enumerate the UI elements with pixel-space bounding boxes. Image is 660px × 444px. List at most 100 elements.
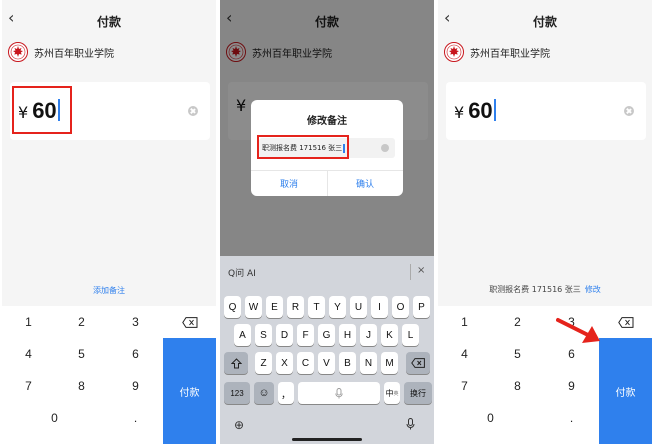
key-t[interactable]: T [308, 296, 325, 318]
key-f[interactable]: F [297, 324, 314, 346]
merchant-name: 苏州百年职业学院 [34, 48, 114, 60]
amount-value: 60 [468, 98, 493, 123]
clear-icon[interactable] [188, 106, 198, 116]
dialog-title: 修改备注 [307, 116, 347, 127]
clear-icon[interactable] [381, 144, 389, 152]
home-indicator [292, 438, 362, 441]
key-1[interactable]: 1 [2, 306, 55, 338]
pay-button[interactable]: 付款 [599, 338, 652, 444]
shift-icon [230, 357, 242, 368]
globe-icon[interactable]: ⊕ [234, 418, 244, 432]
key-h[interactable]: H [339, 324, 356, 346]
key-e[interactable]: E [266, 296, 283, 318]
tutorial-stage: ‹ 付款 苏州百年职业学院 ¥ 60 添加备注 1 2 3 4 5 6 7 8 … [0, 0, 660, 444]
key-d[interactable]: D [276, 324, 293, 346]
key-i[interactable]: I [371, 296, 388, 318]
numeric-keypad: 1 2 3 4 5 6 7 8 9 0 . 付款 [438, 306, 652, 444]
key-4[interactable]: 4 [2, 338, 55, 370]
language-key[interactable]: 中英 [384, 382, 400, 404]
delete-key[interactable] [163, 306, 216, 338]
key-5[interactable]: 5 [55, 338, 108, 370]
comma-key[interactable]: ， [278, 382, 294, 404]
key-q[interactable]: Q [224, 296, 241, 318]
key-0[interactable]: 0 [28, 402, 81, 434]
highlight-box [257, 135, 349, 159]
clear-icon[interactable] [624, 106, 634, 116]
key-0[interactable]: 0 [464, 402, 517, 434]
key-l[interactable]: L [402, 324, 419, 346]
top-bar: ‹ 付款 [2, 0, 216, 40]
numeric-keypad: 1 2 3 4 5 6 7 8 9 0 . 付款 [2, 306, 216, 444]
key-v[interactable]: V [318, 352, 335, 374]
microphone-icon[interactable] [406, 418, 415, 433]
delete-key[interactable] [599, 306, 652, 338]
key-9[interactable]: 9 [109, 370, 162, 402]
key-w[interactable]: W [245, 296, 262, 318]
language-key-label: 中 [385, 388, 394, 398]
keyboard-suggest-bar: Q问 AI × [220, 256, 434, 288]
key-b[interactable]: B [339, 352, 356, 374]
key-1[interactable]: 1 [438, 306, 491, 338]
key-7[interactable]: 7 [438, 370, 491, 402]
currency-symbol: ¥ [454, 103, 465, 122]
note-text: 职测报名费 171516 张三 [489, 285, 581, 294]
pay-button[interactable]: 付款 [163, 338, 216, 444]
key-2[interactable]: 2 [55, 306, 108, 338]
school-logo-icon [8, 42, 28, 62]
key-5[interactable]: 5 [491, 338, 544, 370]
key-p[interactable]: P [413, 296, 430, 318]
edit-note-link[interactable]: 修改 [585, 285, 601, 294]
key-3[interactable]: 3 [109, 306, 162, 338]
backspace-key[interactable] [406, 352, 430, 374]
key-8[interactable]: 8 [491, 370, 544, 402]
key-8[interactable]: 8 [55, 370, 108, 402]
key-k[interactable]: K [381, 324, 398, 346]
payment-screen-amount: ‹ 付款 苏州百年职业学院 ¥ 60 添加备注 1 2 3 4 5 6 7 8 … [2, 0, 216, 444]
language-key-sub: 英 [393, 390, 399, 397]
merchant-name: 苏州百年职业学院 [470, 48, 550, 60]
key-4[interactable]: 4 [438, 338, 491, 370]
space-key[interactable] [298, 382, 380, 404]
school-logo-icon [444, 42, 464, 62]
ask-ai-suggestion[interactable]: Q问 AI [228, 266, 256, 279]
system-keyboard: Q问 AI × Q W E R T Y U I O P A S D F G H … [220, 256, 434, 444]
enter-key[interactable]: 换行 [404, 382, 432, 404]
text-caret [493, 99, 496, 121]
key-n[interactable]: N [360, 352, 377, 374]
microphone-icon [335, 387, 343, 398]
key-6[interactable]: 6 [109, 338, 162, 370]
top-bar: ‹ 付款 [438, 0, 652, 40]
key-dot[interactable]: . [545, 402, 598, 434]
cancel-button[interactable]: 取消 [251, 170, 327, 196]
key-u[interactable]: U [350, 296, 367, 318]
key-j[interactable]: J [360, 324, 377, 346]
amount-card[interactable]: ¥ 60 [446, 82, 646, 140]
key-m[interactable]: M [381, 352, 398, 374]
merchant-row: 苏州百年职业学院 [444, 40, 550, 64]
divider [410, 264, 411, 280]
key-c[interactable]: C [297, 352, 314, 374]
key-z[interactable]: Z [255, 352, 272, 374]
pointer-arrow-icon [556, 318, 600, 343]
key-o[interactable]: O [392, 296, 409, 318]
key-y[interactable]: Y [329, 296, 346, 318]
highlight-box [12, 86, 72, 134]
close-keyboard-icon[interactable]: × [417, 265, 425, 276]
shift-key[interactable] [224, 352, 248, 374]
amount-field[interactable]: ¥ 60 [454, 96, 496, 124]
key-a[interactable]: A [234, 324, 251, 346]
confirm-button[interactable]: 确认 [327, 170, 403, 196]
key-2[interactable]: 2 [491, 306, 544, 338]
key-g[interactable]: G [318, 324, 335, 346]
backspace-icon [411, 358, 425, 368]
key-s[interactable]: S [255, 324, 272, 346]
key-7[interactable]: 7 [2, 370, 55, 402]
emoji-key[interactable]: ☺ [254, 382, 274, 404]
key-x[interactable]: X [276, 352, 293, 374]
numbers-key[interactable]: 123 [224, 382, 250, 404]
key-r[interactable]: R [287, 296, 304, 318]
add-note-link[interactable]: 添加备注 [2, 285, 216, 296]
payment-screen-edit-note: ‹ 付款 苏州百年职业学院 ¥ 修改备注 职测报名费 171516 张三 取消 … [220, 0, 434, 444]
key-dot[interactable]: . [109, 402, 162, 434]
key-9[interactable]: 9 [545, 370, 598, 402]
